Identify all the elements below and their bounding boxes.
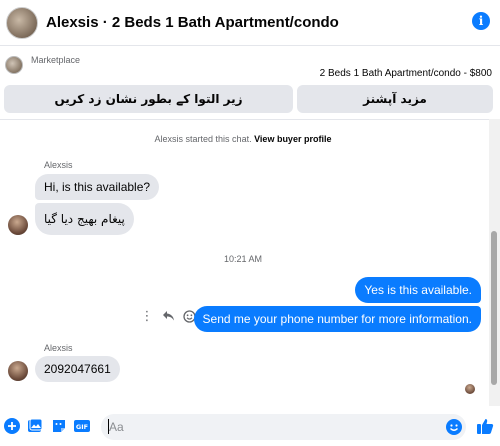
sender-name: Alexsis	[44, 343, 73, 353]
chat-title[interactable]: Alexsis · 2 Beds 1 Bath Apartment/condo	[46, 14, 339, 31]
more-options-button[interactable]: مزید آپشنز	[297, 85, 493, 113]
read-receipt-avatar	[465, 384, 475, 394]
gif-icon[interactable]: GIF	[74, 418, 90, 434]
view-buyer-profile-link[interactable]: View buyer profile	[254, 134, 331, 144]
svg-text:GIF: GIF	[76, 423, 88, 431]
photo-icon[interactable]	[27, 418, 43, 434]
plus-icon[interactable]	[4, 418, 20, 434]
marketplace-label: Marketplace	[31, 55, 81, 65]
listing-thumbnail[interactable]	[5, 56, 23, 74]
chat-header: Alexsis · 2 Beds 1 Bath Apartment/condo …	[0, 0, 500, 46]
system-message: Alexsis started this chat. View buyer pr…	[0, 134, 486, 144]
sticker-icon[interactable]	[51, 418, 67, 434]
timestamp: 10:21 AM	[223, 254, 263, 264]
system-message-text: Alexsis started this chat.	[154, 134, 252, 144]
avatar[interactable]	[6, 6, 38, 39]
scrollbar-thumb[interactable]	[491, 231, 497, 385]
incoming-message[interactable]: 2092047661	[35, 356, 120, 382]
avatar[interactable]	[8, 361, 28, 381]
incoming-message[interactable]: Hi, is this available?	[35, 174, 160, 200]
message-list: Alexsis started this chat. View buyer pr…	[0, 119, 500, 406]
listing-title[interactable]: 2 Beds 1 Bath Apartment/condo - $800	[320, 68, 492, 79]
avatar[interactable]	[8, 215, 28, 235]
composer: GIF Aa	[0, 406, 500, 446]
message-input[interactable]: Aa	[101, 414, 466, 440]
emoji-icon[interactable]	[446, 419, 462, 435]
scrollbar[interactable]	[489, 119, 500, 406]
mark-as-pending-button[interactable]: زیر التوا کے بطور نشان زد کریں	[4, 85, 293, 113]
outgoing-message[interactable]: Yes is this available.	[355, 277, 481, 303]
outgoing-message[interactable]: Send me your phone number for more infor…	[193, 306, 481, 332]
incoming-message[interactable]: پیغام بھیج دیا گیا	[35, 203, 134, 235]
reply-icon[interactable]	[161, 309, 175, 323]
more-icon[interactable]: ⋮	[140, 308, 154, 323]
marketplace-card: Marketplace 2 Beds 1 Bath Apartment/cond…	[0, 46, 500, 119]
info-icon[interactable]: i	[472, 12, 490, 30]
message-input-placeholder: Aa	[109, 420, 124, 434]
message-actions: ⋮	[140, 308, 196, 323]
like-icon[interactable]	[476, 417, 494, 435]
sender-name: Alexsis	[44, 160, 73, 170]
